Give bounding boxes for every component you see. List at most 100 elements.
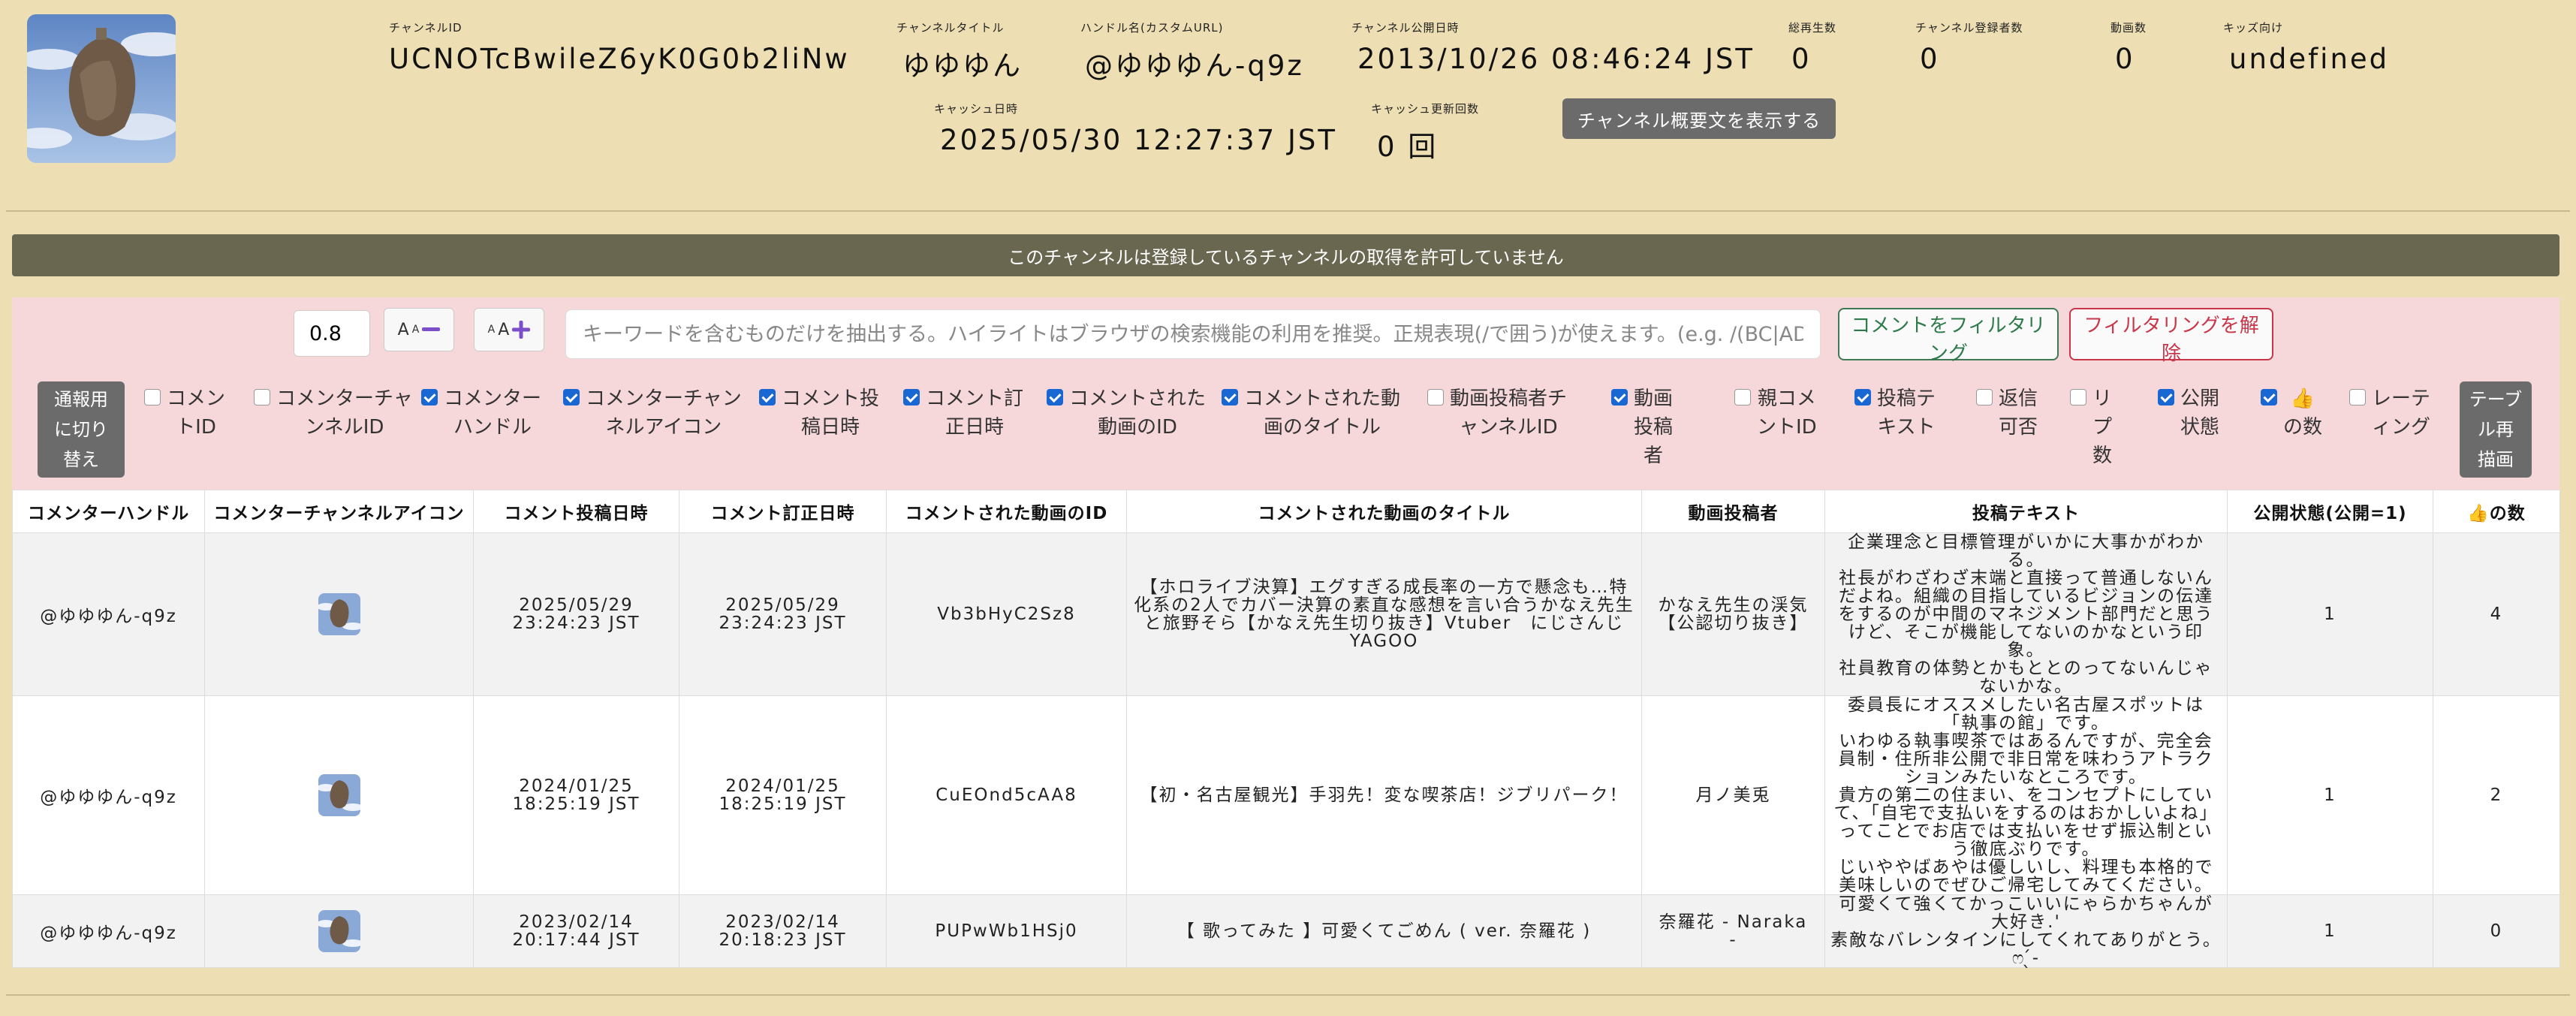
column-toggle-checkbox[interactable] (254, 389, 270, 405)
channel-title-value: ゆゆゆん (902, 50, 1023, 82)
table-redraw-button[interactable]: テーブ ル再 描画 (2460, 381, 2532, 478)
column-toggle-label: 公開 状態 (2180, 387, 2220, 439)
font-size-input[interactable] (294, 310, 370, 357)
clear-filter-button[interactable]: フィルタリングを解除 (2069, 308, 2273, 365)
column-toggle-checkbox[interactable] (563, 389, 580, 405)
cache-value: 2025/05/30 12:27:37 JST (940, 124, 1337, 156)
column-toggle-checkbox[interactable] (903, 389, 920, 405)
column-toggle[interactable]: コメントされた動 画のタイトル (1222, 384, 1400, 442)
commenter-avatar[interactable] (318, 593, 360, 635)
subscribers-value: 0 (1920, 43, 1940, 75)
channel-id-label: チャンネルID (389, 21, 462, 35)
column-header[interactable]: 動画投稿者 (1641, 490, 1825, 533)
videos-field: 動画数 0 (2111, 20, 2147, 75)
font-size-decrease-button[interactable]: AA (384, 308, 454, 351)
column-toggle[interactable]: 👍 の数 (2261, 384, 2322, 442)
column-toggle[interactable]: リ プ 数 (2070, 384, 2112, 470)
videos-label: 動画数 (2111, 21, 2147, 35)
font-large-label: A (498, 320, 510, 339)
column-toggle[interactable]: 返信 可否 (1976, 384, 2038, 442)
column-toggle-checkbox[interactable] (144, 389, 161, 405)
column-toggle[interactable]: コメンターチャン ネルアイコン (563, 384, 742, 442)
edited-at-cell: 2024/01/25 18:25:19 JST (679, 695, 887, 895)
keyword-filter-input[interactable] (565, 309, 1821, 359)
column-toggle-label: コメントされた動 画のタイトル (1244, 387, 1401, 439)
edited-at-cell: 2025/05/29 23:24:23 JST (679, 532, 887, 696)
column-toggle-label: コメント投 稿日時 (782, 387, 880, 439)
column-toggle-checkbox[interactable] (1047, 389, 1063, 405)
report-mode-toggle-button[interactable]: 通報用 に切り 替え (38, 381, 125, 478)
cache-count-value: 0 回 (1377, 131, 1439, 163)
column-header[interactable]: コメンターチャンネルアイコン (204, 490, 474, 533)
column-toggle-label: 返信 可否 (1999, 387, 2038, 439)
table-row: @ゆゆゆん-q9z 2023/02/14 20:17:44 JST 2023/02/… (12, 894, 2560, 968)
column-toggle-checkbox[interactable] (759, 389, 776, 405)
cache-count-field: キャッシュ更新回数 0 回 (1371, 101, 1479, 164)
posted-at-cell: 2024/01/25 18:25:19 JST (473, 695, 679, 895)
like-count-cell: 2 (2433, 695, 2560, 895)
column-toggle[interactable]: レーテ ィング (2349, 384, 2430, 442)
handle-field: ハンドル名(カスタムURL) @ゆゆゆん-q9z (1080, 20, 1304, 83)
column-toggle-label: 👍 の数 (2283, 387, 2323, 439)
commenter-avatar[interactable] (318, 774, 360, 816)
column-toggle-label: レーテ ィング (2372, 387, 2431, 439)
public-status-cell: 1 (2227, 532, 2433, 696)
column-toggle[interactable]: コメンター ハンドル (421, 384, 541, 442)
column-toggle-checkbox[interactable] (1222, 389, 1238, 405)
column-toggle-checkbox[interactable] (2158, 389, 2174, 405)
column-toggle-label: 親コメ ントID (1757, 387, 1817, 439)
column-toggle[interactable]: 公開 状態 (2158, 384, 2219, 442)
minus-icon (422, 327, 441, 331)
column-toggle-label: コメンターチャン ネルアイコン (586, 387, 742, 439)
column-toggle[interactable]: コメン トID (144, 384, 225, 442)
commenter-handle-cell: @ゆゆゆん-q9z (12, 894, 205, 968)
channel-title-field: チャンネルタイトル ゆゆゆん (896, 20, 1023, 83)
channel-id-field: チャンネルID UCNOTcBwileZ6yK0G0b2liNw (389, 20, 850, 75)
column-toggle-checkbox[interactable] (2261, 389, 2277, 405)
filter-comments-button[interactable]: コメントをフィルタリング (1838, 308, 2059, 365)
table-row: @ゆゆゆん-q9z 2024/01/25 18:25:19 JST 2024/01/… (12, 695, 2560, 895)
subscribers-label: チャンネル登録者数 (1915, 21, 2023, 35)
footer-divider (6, 994, 2570, 996)
column-header[interactable]: コメンターハンドル (12, 490, 205, 533)
published-value: 2013/10/26 08:46:24 JST (1357, 43, 1755, 75)
column-header[interactable]: コメントされた動画のタイトル (1126, 490, 1642, 533)
column-header[interactable]: コメント訂正日時 (679, 490, 887, 533)
column-toggle-checkbox[interactable] (1854, 389, 1871, 405)
commenter-handle-cell: @ゆゆゆん-q9z (12, 695, 205, 895)
column-header[interactable]: 投稿テキスト (1824, 490, 2228, 533)
header-divider (6, 210, 2570, 212)
column-toggle[interactable]: 動画 投稿 者 (1611, 384, 1673, 470)
column-header[interactable]: コメントされた動画のID (886, 490, 1127, 533)
column-header[interactable]: 👍の数 (2433, 490, 2560, 533)
kids-value: undefined (2229, 43, 2390, 75)
font-size-increase-button[interactable]: AA (474, 308, 544, 351)
total-views-label: 総再生数 (1788, 21, 1837, 35)
column-toggle-checkbox[interactable] (1734, 389, 1751, 405)
column-header[interactable]: コメント投稿日時 (473, 490, 679, 533)
channel-title-label: チャンネルタイトル (896, 21, 1005, 35)
column-toggle[interactable]: コメント投 稿日時 (759, 384, 879, 442)
commenter-avatar[interactable] (318, 910, 360, 952)
column-toggle[interactable]: 投稿テ キスト (1854, 384, 1936, 442)
column-toggle-checkbox[interactable] (421, 389, 438, 405)
column-toggle-checkbox[interactable] (1976, 389, 1993, 405)
column-toggle[interactable]: 親コメ ントID (1734, 384, 1817, 442)
column-toggle-checkbox[interactable] (2349, 389, 2366, 405)
column-header[interactable]: 公開状態(公開=1) (2227, 490, 2433, 533)
table-redraw-label: テーブ ル再 描画 (2469, 389, 2523, 470)
column-toggle-checkbox[interactable] (2070, 389, 2086, 405)
column-toggle[interactable]: 動画投稿者チ ャンネルID (1427, 384, 1567, 442)
column-toggle-label: 投稿テ キスト (1877, 387, 1936, 439)
show-description-button[interactable]: チャンネル概要文を表示する (1562, 98, 1836, 139)
report-mode-label: 通報用 に切り 替え (54, 389, 108, 470)
column-toggle[interactable]: コメント訂 正日時 (903, 384, 1023, 442)
column-toggle-checkbox[interactable] (1427, 389, 1444, 405)
comment-text-cell: 委員長にオススメしたい名古屋スポットは「執事の館」です。 いわゆる執事喫茶ではあ… (1824, 695, 2228, 895)
posted-at-cell: 2023/02/14 20:17:44 JST (473, 894, 679, 968)
column-toggle-checkbox[interactable] (1611, 389, 1628, 405)
video-title-cell: 【ホロライブ決算】エグすぎる成長率の一方で懸念も…特化系の2人でカバー決算の素直… (1126, 532, 1642, 696)
column-toggle[interactable]: コメントされた 動画のID (1047, 384, 1206, 442)
video-id-cell: Vb3bHyC2Sz8 (886, 532, 1127, 696)
column-toggle[interactable]: コメンターチャ ンネルID (254, 384, 413, 442)
